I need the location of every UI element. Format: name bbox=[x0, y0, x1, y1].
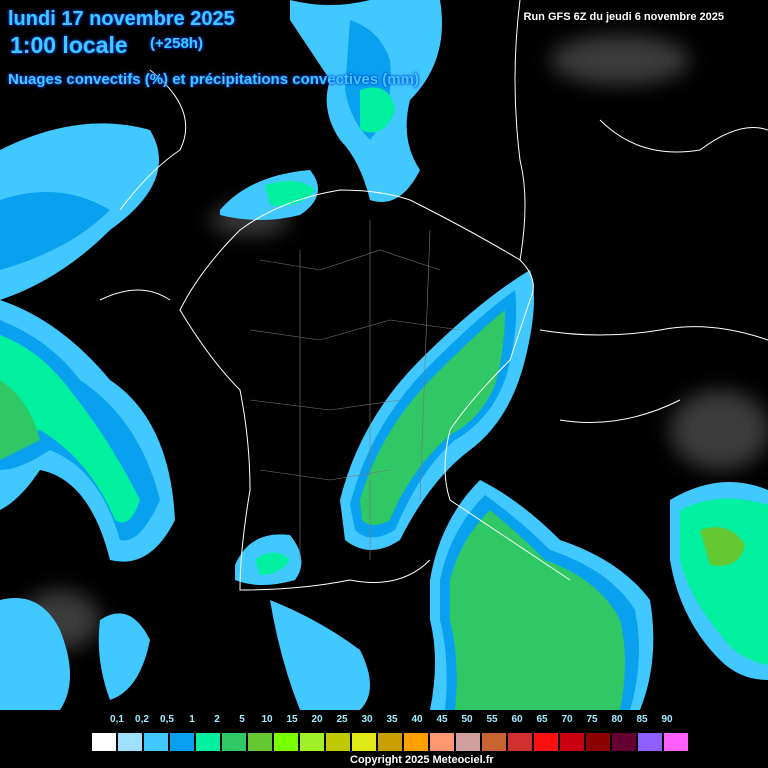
legend-swatch bbox=[663, 732, 689, 752]
legend-swatch bbox=[481, 732, 507, 752]
legend-swatch bbox=[273, 732, 299, 752]
legend-label: 80 bbox=[611, 714, 623, 725]
legend-label: 35 bbox=[386, 714, 398, 725]
legend-swatch bbox=[559, 732, 585, 752]
legend-swatch bbox=[299, 732, 325, 752]
legend-swatch bbox=[403, 732, 429, 752]
map-canvas bbox=[0, 0, 768, 710]
country-borders bbox=[99, 0, 768, 591]
legend-label: 75 bbox=[586, 714, 598, 725]
legend-label: 85 bbox=[636, 714, 648, 725]
color-legend bbox=[90, 731, 690, 753]
legend-label: 1 bbox=[189, 714, 195, 725]
map-parameter-title: Nuages convectifs (%) et précipitations … bbox=[8, 71, 419, 88]
legend-label: 70 bbox=[561, 714, 573, 725]
legend-label: 0,5 bbox=[160, 714, 174, 725]
legend-swatch bbox=[429, 732, 455, 752]
legend-swatch bbox=[91, 732, 117, 752]
weather-map: lundi 17 novembre 2025 1:00 locale (+258… bbox=[0, 0, 768, 768]
legend-swatch bbox=[611, 732, 637, 752]
legend-swatch bbox=[637, 732, 663, 752]
legend-label: 65 bbox=[536, 714, 548, 725]
legend-label: 50 bbox=[461, 714, 473, 725]
legend-label: 40 bbox=[411, 714, 423, 725]
legend-label: 60 bbox=[511, 714, 523, 725]
legend-swatch bbox=[247, 732, 273, 752]
legend-label: 5 bbox=[239, 714, 245, 725]
legend-label: 90 bbox=[661, 714, 673, 725]
legend-label: 0,1 bbox=[110, 714, 124, 725]
legend-label: 30 bbox=[361, 714, 373, 725]
forecast-date: lundi 17 novembre 2025 bbox=[8, 8, 235, 30]
legend-swatch bbox=[169, 732, 195, 752]
legend-label: 20 bbox=[311, 714, 323, 725]
legend-swatch bbox=[351, 732, 377, 752]
legend-label: 25 bbox=[336, 714, 348, 725]
legend-swatch bbox=[585, 732, 611, 752]
legend-swatch bbox=[325, 732, 351, 752]
legend-swatch bbox=[117, 732, 143, 752]
legend-label: 0,2 bbox=[135, 714, 149, 725]
legend-swatch bbox=[533, 732, 559, 752]
copyright: Copyright 2025 Meteociel.fr bbox=[350, 754, 494, 766]
legend-swatch bbox=[143, 732, 169, 752]
legend-swatch bbox=[195, 732, 221, 752]
legend-swatch bbox=[455, 732, 481, 752]
legend-swatch bbox=[377, 732, 403, 752]
forecast-local-time: 1:00 locale bbox=[10, 32, 128, 58]
legend-label: 45 bbox=[436, 714, 448, 725]
legend-swatch bbox=[221, 732, 247, 752]
model-run-info: Run GFS 6Z du jeudi 6 novembre 2025 bbox=[523, 11, 725, 23]
legend-label: 55 bbox=[486, 714, 498, 725]
legend-label: 2 bbox=[214, 714, 220, 725]
legend-swatch bbox=[507, 732, 533, 752]
precip-west-atlantic bbox=[0, 123, 175, 562]
forecast-lead-time: (+258h) bbox=[150, 35, 203, 52]
legend-label: 15 bbox=[286, 714, 298, 725]
legend-label: 10 bbox=[261, 714, 273, 725]
precip-north bbox=[220, 0, 442, 220]
